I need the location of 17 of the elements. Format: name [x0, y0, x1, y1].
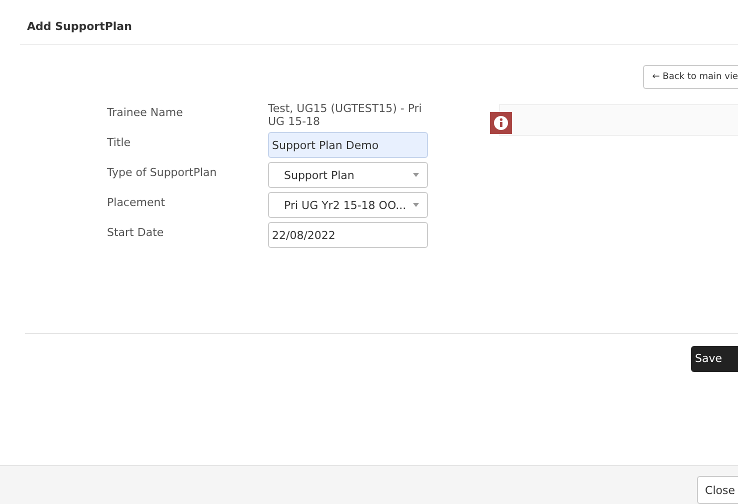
field-label: Start Date: [107, 225, 165, 239]
dialog-title: Add SupportPlan: [27, 20, 132, 33]
field-label: Trainee Name: [107, 105, 184, 119]
field-label: Type of SupportPlan: [107, 165, 218, 179]
caret-icon: [413, 203, 419, 207]
input-field[interactable]: Support Plan Demo: [268, 132, 428, 158]
select-field[interactable]: Pri UG Yr2 15-18 OO...: [268, 192, 428, 218]
select-field[interactable]: Support Plan: [268, 162, 428, 188]
back-button[interactable]: ← Back to main vie: [643, 65, 738, 89]
caret-icon: [413, 173, 419, 177]
field-label: Title: [107, 135, 132, 149]
input-field[interactable]: 22/08/2022: [268, 222, 428, 248]
close-button[interactable]: Close: [697, 476, 738, 504]
field-label: Placement: [107, 195, 166, 209]
save-button[interactable]: Save: [691, 346, 738, 372]
info-icon: [490, 112, 512, 134]
field-value: Test, UG15 (UGTEST15) - Pri UG 15-18: [268, 102, 423, 128]
